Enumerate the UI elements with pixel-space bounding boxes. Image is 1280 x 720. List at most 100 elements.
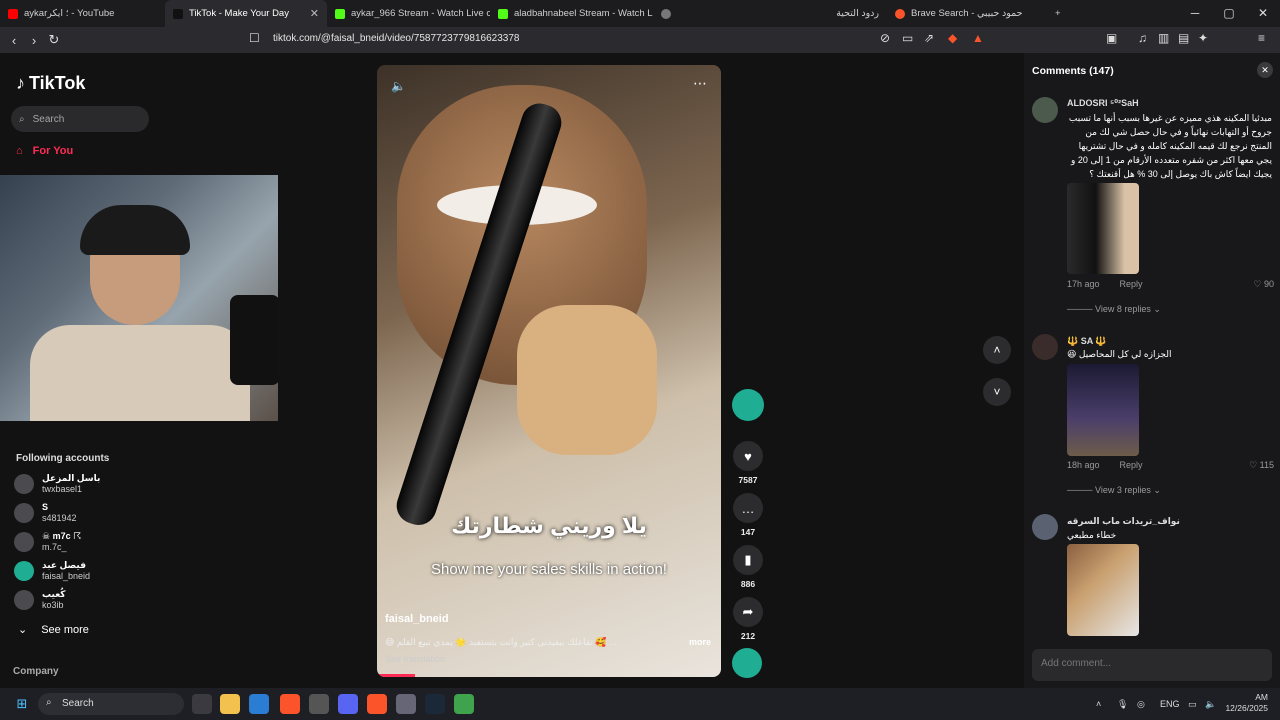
steam-icon[interactable] [425, 694, 445, 714]
video-author[interactable]: faisal_bneid [385, 613, 449, 625]
reply-button[interactable]: Reply [1120, 279, 1143, 289]
creator-avatar[interactable] [732, 389, 764, 421]
comment-username[interactable]: 🔱 SA 🔱 [1067, 336, 1107, 347]
comment-username[interactable]: ALDOSRI ⁵⁰²SaH [1067, 98, 1139, 109]
app-icon[interactable] [454, 694, 474, 714]
comment-image[interactable] [1067, 364, 1139, 456]
view-replies-button[interactable]: ──── View 8 replies ⌄ [1067, 304, 1161, 315]
menu-icon[interactable]: ≡ [1258, 31, 1265, 45]
account-item[interactable]: فيصل عبد faisal_bneid [14, 560, 90, 582]
reload-icon[interactable]: ↻ [44, 32, 64, 48]
nav-for-you[interactable]: ⌂ For You [16, 145, 73, 157]
tab-settings[interactable] [653, 0, 815, 27]
see-more-button[interactable]: ⌄ See more [18, 623, 89, 637]
like-button[interactable]: ♥ 7587 [732, 441, 764, 485]
previous-video-button[interactable]: ˄ [983, 336, 1011, 364]
subtitle-arabic: يلا وريني شطارتك [451, 513, 647, 538]
brave-rewards-icon[interactable]: ▲ [972, 31, 984, 45]
account-item[interactable]: Ss481942 [14, 502, 77, 524]
streamer-headset [80, 205, 190, 255]
windows-taskbar: ⊞ ⌕ Search ˄ 🎙 ◎ ENG ▭ 🔈 AM 12/26/2025 [0, 688, 1280, 720]
tiktok-logo[interactable]: ♪ TikTok [16, 73, 85, 94]
avatar[interactable] [1032, 334, 1058, 360]
panel-icon[interactable]: ▥ [1158, 31, 1169, 45]
tab-tiktok[interactable]: TikTok - Make Your Day ✕ [165, 0, 327, 27]
brave-shields-icon[interactable]: ◆ [948, 31, 957, 45]
wallet-icon[interactable]: ▤ [1178, 31, 1189, 45]
account-item[interactable]: ☠ m7c ☈ m.7c_ [14, 531, 81, 553]
url-field[interactable]: tiktok.com/@faisal_bneid/video/758772377… [273, 33, 519, 44]
youtube-icon [8, 8, 18, 19]
forward-icon[interactable]: › [24, 33, 44, 48]
task-view-icon[interactable] [192, 694, 212, 714]
microphone [230, 295, 278, 385]
taskbar-search[interactable]: ⌕ Search [38, 693, 184, 715]
language-indicator[interactable]: ENG [1160, 699, 1180, 709]
comment-button[interactable]: … 147 [732, 493, 764, 537]
avatar[interactable] [1032, 97, 1058, 123]
sidebar-toggle-icon[interactable]: ▣ [1106, 31, 1117, 45]
chevron-down-icon: ˅ [993, 385, 1001, 399]
more-button[interactable]: more [689, 637, 711, 647]
avatar [14, 561, 34, 581]
comment-like-button[interactable]: ♡ 115 [1249, 460, 1274, 471]
comment-username[interactable]: نواف_تريدات ماب السرقه [1067, 516, 1180, 527]
avatar [732, 648, 762, 678]
comment-image[interactable] [1067, 183, 1139, 274]
tray-app-icon[interactable]: ◎ [1137, 699, 1145, 710]
chrome-icon[interactable] [309, 694, 329, 714]
share-icon[interactable]: ⇗ [924, 31, 934, 45]
more-options-icon[interactable]: ⋯ [693, 75, 707, 92]
comment-like-button[interactable]: ♡ 90 [1253, 279, 1274, 290]
close-window-button[interactable]: ✕ [1246, 0, 1280, 27]
avatar[interactable] [1032, 514, 1058, 540]
windows-start-icon[interactable]: ⊞ [12, 694, 32, 714]
add-comment-input[interactable]: Add comment... [1032, 649, 1272, 681]
brave-icon[interactable] [280, 694, 300, 714]
volume-icon[interactable]: 🔈 [1205, 699, 1216, 710]
music-icon[interactable]: ♫ [1138, 31, 1147, 45]
discord-icon[interactable] [338, 694, 358, 714]
music-disc[interactable] [732, 648, 764, 678]
back-icon[interactable]: ‹ [4, 33, 24, 48]
video-progress-bar[interactable] [377, 674, 415, 677]
search-input[interactable]: ⌕ Search [11, 106, 149, 132]
reply-button[interactable]: Reply [1120, 460, 1143, 470]
new-tab-button[interactable]: + [1047, 0, 1067, 27]
mic-icon[interactable]: 🎙 [1117, 699, 1128, 710]
comment-icon: … [733, 493, 763, 523]
tab-kick-1[interactable]: aykar_966 Stream - Watch Live on Ki [327, 0, 490, 27]
cast-icon[interactable]: ▭ [902, 31, 913, 45]
comment-image[interactable] [1067, 544, 1139, 636]
brave-active-icon[interactable] [367, 694, 387, 714]
file-explorer-icon[interactable] [220, 694, 240, 714]
vscode-icon[interactable] [249, 694, 269, 714]
maximize-button[interactable]: ▢ [1212, 0, 1246, 27]
save-button[interactable]: ▮ 886 [732, 545, 764, 589]
tab-youtube[interactable]: aykar؛ ايكر - YouTube [0, 0, 165, 27]
close-tab-icon[interactable]: ✕ [310, 7, 319, 20]
minimize-button[interactable]: ─ [1178, 0, 1212, 27]
bookmark-icon: ▮ [733, 545, 763, 575]
volume-icon[interactable]: 🔈 [391, 79, 406, 93]
next-video-button[interactable]: ˅ [983, 378, 1011, 406]
account-item[interactable]: كُعيب ko3ib [14, 589, 66, 611]
video-player[interactable]: 🔈 ⋯ يلا وريني شطارتك Show me your sales … [377, 65, 721, 677]
view-replies-button[interactable]: ──── View 3 replies ⌄ [1067, 485, 1161, 496]
tab-kick-2[interactable]: aladbahnabeel Stream - Watch Live o [490, 0, 653, 27]
leo-ai-icon[interactable]: ✦ [1198, 31, 1208, 45]
see-translation-link[interactable]: See translation [385, 654, 445, 664]
company-link[interactable]: Company [13, 666, 59, 677]
avatar [14, 503, 34, 523]
mute-icon[interactable]: ⊘ [880, 31, 890, 45]
account-item[interactable]: باسل المزعل twxbasel1 [14, 473, 100, 495]
taskbar-clock[interactable]: AM 12/26/2025 [1225, 692, 1268, 714]
tab-brave-search[interactable]: Brave Search - حمود حبيبي [887, 0, 1047, 27]
bookmark-icon[interactable]: ☐ [249, 31, 260, 45]
tray-chevron-icon[interactable]: ˄ [1096, 699, 1101, 709]
share-button[interactable]: ➦ 212 [732, 597, 764, 641]
tab-greetings[interactable]: ردود التحية [815, 0, 887, 27]
settings-icon[interactable] [396, 694, 416, 714]
network-icon[interactable]: ▭ [1188, 699, 1197, 710]
close-comments-button[interactable]: ✕ [1257, 62, 1273, 78]
